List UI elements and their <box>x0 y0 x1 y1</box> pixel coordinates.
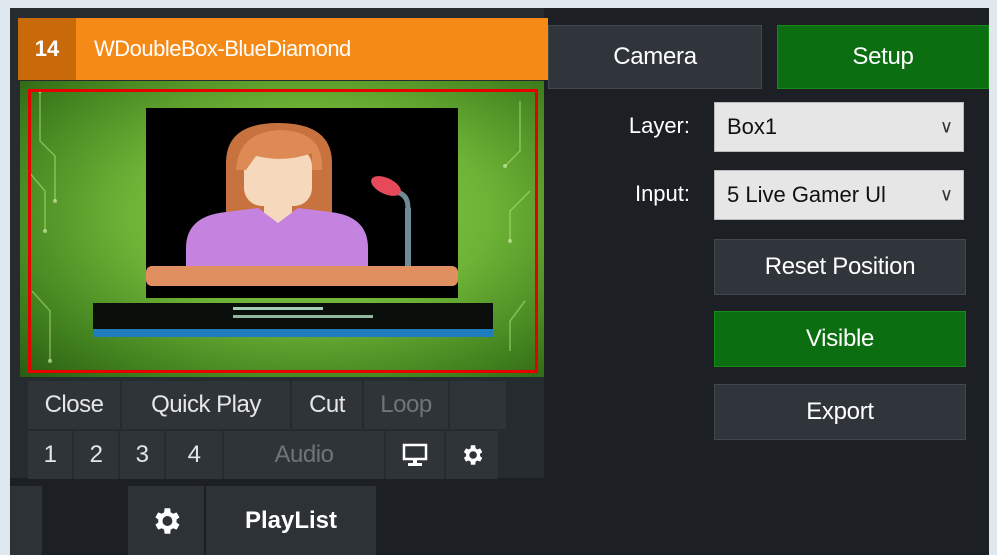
cut-button[interactable]: Cut <box>292 381 362 429</box>
input-title: WDoubleBox-BlueDiamond <box>94 36 351 61</box>
export-button[interactable]: Export <box>714 384 966 440</box>
empty-slot <box>450 381 506 429</box>
input-panel: 14 WDoubleBox-BlueDiamond Close Quick Pl… <box>10 8 548 479</box>
loop-button[interactable]: Loop <box>364 381 448 429</box>
overlay-1-button[interactable]: 1 <box>28 431 72 479</box>
chevron-down-icon: ∨ <box>935 184 953 206</box>
window-border-left <box>0 0 10 555</box>
gear-icon <box>463 445 483 465</box>
input-select[interactable]: 5 Live Gamer Ul ∨ <box>714 170 964 220</box>
layer-select-value: Box1 <box>727 114 778 139</box>
chevron-down-icon: ∨ <box>939 116 953 137</box>
input-settings-button[interactable] <box>446 431 498 479</box>
quick-play-button[interactable]: Quick Play <box>122 381 290 429</box>
window-border-right <box>989 0 997 555</box>
tab-setup[interactable]: Setup <box>777 25 989 89</box>
overlay-2-button[interactable]: 2 <box>74 431 118 479</box>
input-label: Input: <box>634 181 690 206</box>
window-border-top <box>0 0 997 8</box>
output-monitor-button[interactable] <box>386 431 444 479</box>
layer-select[interactable]: Box1 ∨ <box>714 102 964 152</box>
reset-position-button[interactable]: Reset Position <box>714 239 966 295</box>
audio-button[interactable]: Audio <box>224 431 384 479</box>
bottom-left-button[interactable] <box>10 486 42 555</box>
overlay-3-button[interactable]: 3 <box>120 431 164 479</box>
input-title-bar[interactable]: 14 WDoubleBox-BlueDiamond <box>18 18 548 80</box>
input-preview[interactable] <box>20 81 544 377</box>
input-select-value: 5 Live Gamer Ul <box>727 182 886 207</box>
vmix-window: 14 WDoubleBox-BlueDiamond Close Quick Pl… <box>0 0 997 555</box>
monitor-icon <box>402 443 428 466</box>
visible-button[interactable]: Visible <box>714 311 966 367</box>
input-number: 14 <box>18 18 76 80</box>
tab-camera[interactable]: Camera <box>548 25 762 89</box>
input-controls-row1: Close Quick Play Cut Loop <box>28 381 506 429</box>
overlay-4-button[interactable]: 4 <box>166 431 222 479</box>
layer-label: Layer: <box>628 113 690 138</box>
gear-icon <box>155 507 180 534</box>
selection-highlight-frame <box>28 89 538 373</box>
settings-button[interactable] <box>128 486 204 555</box>
close-button[interactable]: Close <box>28 381 120 429</box>
playlist-button[interactable]: PlayList <box>206 486 376 555</box>
bottom-toolbar: PlayList <box>10 486 997 555</box>
input-controls-row2: 1 2 3 4 Audio <box>28 431 498 479</box>
